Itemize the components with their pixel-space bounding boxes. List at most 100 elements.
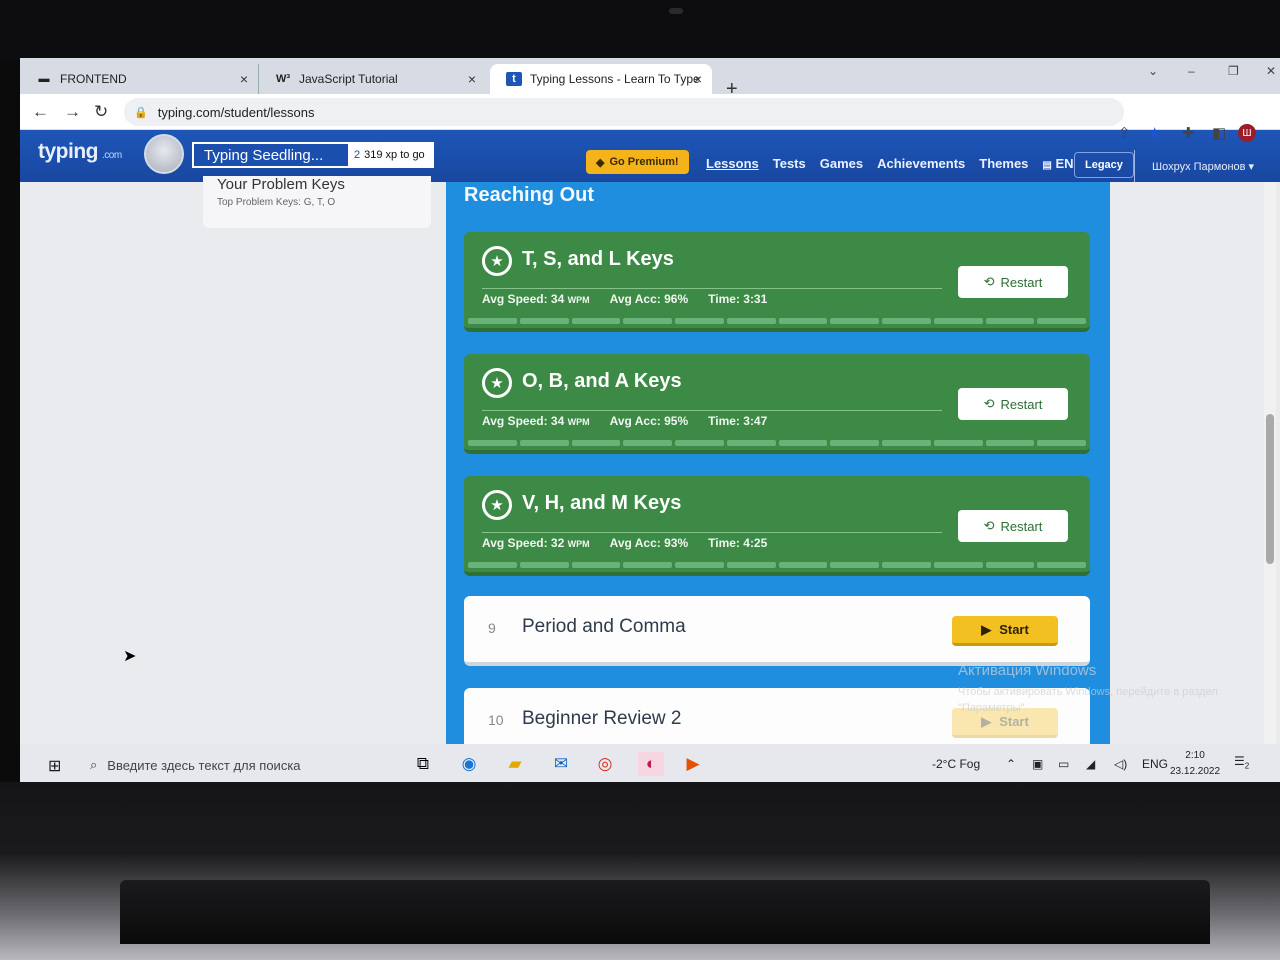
input-language[interactable]: ENG xyxy=(1142,757,1168,771)
forward-icon[interactable]: → xyxy=(64,102,81,122)
battery-icon[interactable]: ▭ xyxy=(1058,757,1069,771)
file-explorer-icon[interactable]: ▰ xyxy=(502,752,528,776)
divider xyxy=(482,288,942,289)
meet-icon[interactable]: ▣ xyxy=(1032,757,1043,771)
lesson-card-completed[interactable]: ★ T, S, and L Keys Avg Speed: 34 WPM Avg… xyxy=(464,232,1090,332)
lesson-name: Beginner Review 2 xyxy=(522,708,682,729)
wifi-icon[interactable]: ◢ xyxy=(1086,757,1095,771)
screen: ▬ FRONTEND × W³ JavaScript Tutorial × t … xyxy=(20,58,1280,784)
tab-frontend[interactable]: ▬ FRONTEND × xyxy=(20,64,258,94)
accuracy-label: Avg Acc: xyxy=(609,536,661,550)
time-value: 3:31 xyxy=(743,292,768,306)
play-icon: ▶ xyxy=(981,621,992,637)
telegram-icon[interactable]: ◐ xyxy=(638,752,664,776)
lesson-card-completed[interactable]: ★ V, H, and M Keys Avg Speed: 32 WPM Avg… xyxy=(464,476,1090,576)
logo-text: typing xyxy=(38,140,99,163)
notification-icon[interactable]: ☰2 xyxy=(1234,754,1249,770)
taskbar-search[interactable]: ⌕ Введите здесь текст для поиска xyxy=(90,752,390,778)
mail-icon[interactable]: ✉ xyxy=(548,752,574,776)
notification-count: 2 xyxy=(1244,761,1250,771)
volume-icon[interactable]: ◁) xyxy=(1114,757,1127,771)
system-clock[interactable]: 2:10 23.12.2022 xyxy=(1170,748,1220,780)
restart-label: Restart xyxy=(1000,274,1043,290)
xp-prefix: 2 xyxy=(354,149,361,161)
divider xyxy=(482,410,942,411)
url-field[interactable]: 🔒 typing.com/student/lessons xyxy=(124,98,1124,126)
sidepanel-icon[interactable]: ◧ xyxy=(1212,124,1226,142)
tab-typing-lessons[interactable]: t Typing Lessons - Learn To Type A × xyxy=(490,64,712,94)
star-icon: ★ xyxy=(482,368,512,398)
restart-label: Restart xyxy=(1000,518,1043,534)
windows-activation-title: Активация Windows xyxy=(958,662,1097,679)
start-button[interactable]: ▶ Start xyxy=(952,616,1058,646)
nav-lessons[interactable]: Lessons xyxy=(706,156,759,171)
close-icon[interactable]: × xyxy=(240,71,248,87)
clock-date: 23.12.2022 xyxy=(1170,766,1221,777)
problem-keys-card: Your Problem Keys Top Problem Keys: G, T… xyxy=(203,176,431,228)
user-menu[interactable]: Шохрух Пармонов ▾ xyxy=(1152,160,1254,173)
tab-label: JavaScript Tutorial xyxy=(299,72,398,86)
scrollbar-thumb[interactable] xyxy=(1266,414,1274,564)
page-scrollbar[interactable] xyxy=(1264,182,1276,744)
restart-button[interactable]: ⟲ Restart xyxy=(958,388,1068,420)
nav-games[interactable]: Games xyxy=(820,156,863,171)
language-selector[interactable]: ▤ EN xyxy=(1042,156,1073,171)
lesson-name: V, H, and M Keys xyxy=(522,492,682,514)
history-icon: ⟲ xyxy=(983,396,995,411)
legacy-button[interactable]: Legacy xyxy=(1074,152,1134,178)
tab-search-icon[interactable]: ⌄ xyxy=(1148,64,1158,78)
bookmark-star-icon[interactable]: ★ xyxy=(1148,124,1161,142)
tab-javascript-tutorial[interactable]: W³ JavaScript Tutorial × xyxy=(258,64,486,94)
accuracy-label: Avg Acc: xyxy=(609,292,661,306)
avatar[interactable] xyxy=(144,134,184,174)
lessons-column: Reaching Out ★ T, S, and L Keys Avg Spee… xyxy=(446,182,1110,758)
start-label: Start xyxy=(999,622,1029,637)
laptop-hinge xyxy=(120,880,1210,944)
windows-activation-body: Чтобы активировать Windows, перейдите в … xyxy=(958,686,1218,714)
lesson-card[interactable]: 9 Period and Comma ▶ Start xyxy=(464,596,1090,666)
lesson-card-completed[interactable]: ★ O, B, and A Keys Avg Speed: 34 WPM Avg… xyxy=(464,354,1090,454)
nav-tests[interactable]: Tests xyxy=(773,156,806,171)
rank-box[interactable]: Typing Seedling... 2 319 xp to go xyxy=(192,142,434,168)
back-icon[interactable]: ← xyxy=(32,102,49,122)
language-label: EN xyxy=(1055,156,1074,171)
speed-label: Avg Speed: xyxy=(482,292,548,306)
task-view-icon[interactable]: ⧉ xyxy=(410,752,436,776)
chevron-up-icon[interactable]: ⌃ xyxy=(1006,757,1016,771)
share-icon[interactable]: ⇪ xyxy=(1118,124,1131,142)
lesson-stats: Avg Speed: 34 WPM Avg Acc: 95% Time: 3:4… xyxy=(482,414,767,428)
premium-label: Go Premium! xyxy=(609,156,679,168)
weather-text[interactable]: -2°C Fog xyxy=(932,757,980,771)
nav-achievements[interactable]: Achievements xyxy=(877,156,965,171)
time-value: 4:25 xyxy=(743,536,768,550)
extensions-icon[interactable]: ✚ xyxy=(1182,124,1195,142)
site-logo[interactable]: typing .com xyxy=(38,140,122,164)
reload-icon[interactable]: ↻ xyxy=(94,102,108,122)
edge-icon[interactable]: ◉ xyxy=(456,752,482,776)
speed-value: 34 xyxy=(550,292,565,306)
restart-button[interactable]: ⟲ Restart xyxy=(958,510,1068,542)
close-icon[interactable]: × xyxy=(694,71,702,87)
close-icon[interactable]: × xyxy=(468,71,476,87)
us-flag-icon: ▤ xyxy=(1042,160,1052,171)
accuracy-value: 93% xyxy=(664,536,689,550)
lesson-stats: Avg Speed: 34 WPM Avg Acc: 96% Time: 3:3… xyxy=(482,292,767,306)
chrome-icon[interactable]: ◎ xyxy=(592,752,618,776)
restart-button[interactable]: ⟲ Restart xyxy=(958,266,1068,298)
main-nav: Lessons Tests Games Achievements Themes … xyxy=(706,156,1074,171)
restore-icon[interactable]: ❐ xyxy=(1228,64,1239,78)
window-close-icon[interactable]: ✕ xyxy=(1266,64,1276,78)
section-title: Reaching Out xyxy=(464,184,595,206)
nav-themes[interactable]: Themes xyxy=(979,156,1028,171)
go-premium-button[interactable]: ◆ Go Premium! xyxy=(586,150,689,174)
media-player-icon[interactable]: ▶ xyxy=(680,752,706,776)
speed-value: 32 xyxy=(550,536,565,550)
webcam xyxy=(669,8,683,14)
windows-start-icon[interactable]: ⊞ xyxy=(48,756,61,776)
search-icon: ⌕ xyxy=(90,757,98,772)
minimize-icon[interactable]: – xyxy=(1188,64,1195,78)
profile-avatar[interactable]: Ш xyxy=(1238,124,1256,142)
lesson-stats: Avg Speed: 32 WPM Avg Acc: 93% Time: 4:2… xyxy=(482,536,767,550)
speed-unit: WPM xyxy=(567,295,590,305)
lock-icon: 🔒 xyxy=(134,106,148,119)
